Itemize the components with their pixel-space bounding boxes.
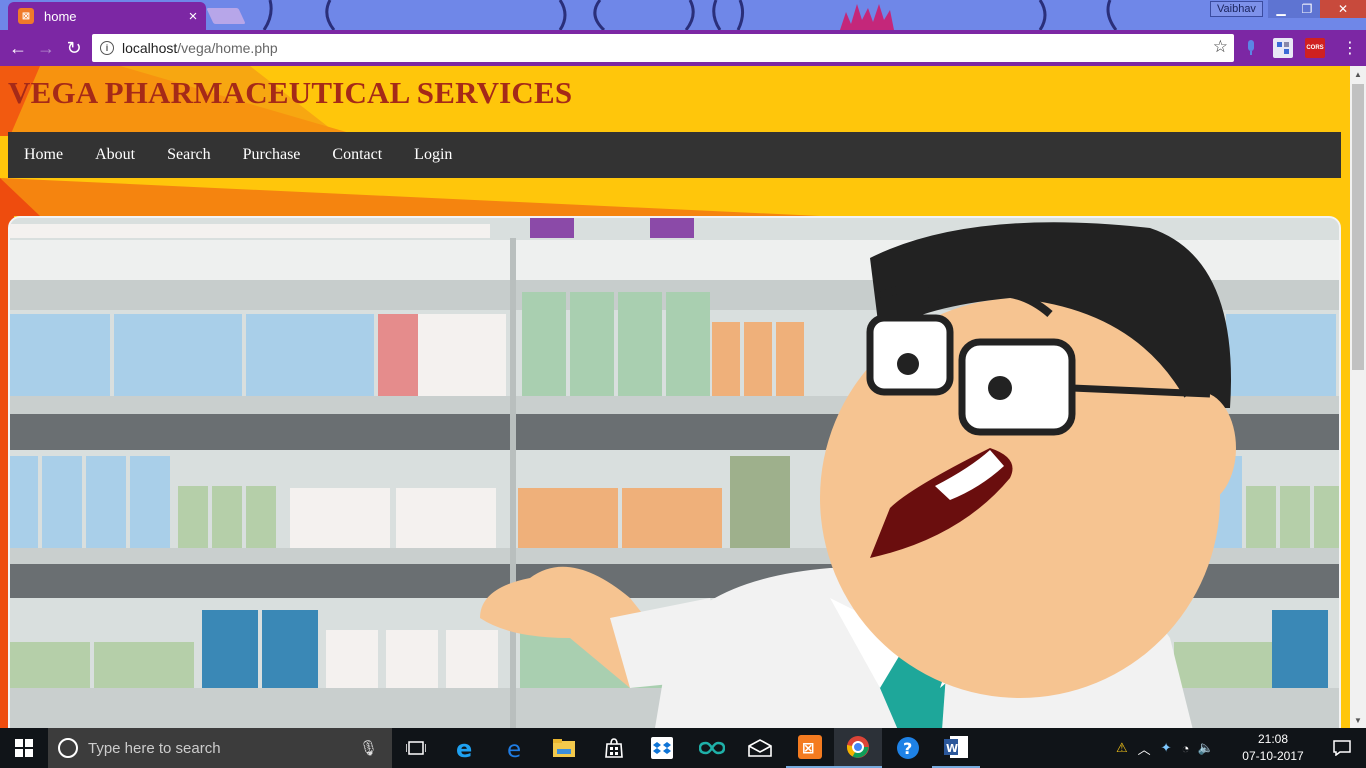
minimize-icon[interactable]: ▁ [1268, 0, 1294, 18]
nav-about[interactable]: About [79, 132, 151, 178]
nav-search[interactable]: Search [151, 132, 227, 178]
wifi-icon[interactable]: ◔ [1182, 741, 1190, 756]
close-window-icon[interactable]: ✕ [1320, 0, 1366, 18]
arduino-icon[interactable] [688, 728, 736, 768]
cast-extension-icon[interactable] [1273, 38, 1293, 58]
edge-icon[interactable]: e [492, 728, 540, 768]
clock-time: 21:08 [1257, 732, 1289, 746]
volume-icon[interactable]: 🔈 [1197, 740, 1213, 756]
svg-text:⊠: ⊠ [802, 739, 815, 757]
address-bar[interactable]: i localhost/vega/home.php ☆ [92, 34, 1234, 62]
taskbar-clock[interactable]: 21:08 07-10-2017 [1238, 731, 1308, 765]
scroll-up-arrow-icon[interactable]: ▲ [1350, 66, 1366, 82]
site-info-icon[interactable]: i [100, 41, 114, 55]
reload-icon[interactable]: ↻ [62, 36, 86, 60]
tab-close-icon[interactable]: × [180, 8, 206, 25]
browser-tab-active[interactable]: ⊠ home × [8, 2, 206, 30]
show-hidden-icons-chevron-icon[interactable]: ︿ [1138, 739, 1151, 758]
pharmacist-illustration [10, 218, 1339, 728]
internet-explorer-icon[interactable]: e [442, 728, 490, 768]
new-tab-button[interactable] [206, 8, 246, 24]
windows-start-icon[interactable] [0, 728, 48, 768]
system-tray: ⚠ ︿ ✦ ◔ 🔈 [1116, 728, 1214, 768]
dropbox-tray-icon[interactable]: ✦ [1161, 740, 1172, 756]
scroll-down-arrow-icon[interactable]: ▼ [1350, 712, 1366, 728]
help-icon[interactable]: ? [884, 728, 932, 768]
browser-toolbar: ← → ↻ i localhost/vega/home.php ☆ CORS ⋮ [0, 30, 1366, 66]
task-view-icon[interactable] [392, 728, 440, 768]
page-scrollbar[interactable]: ▲ ▼ [1350, 66, 1366, 728]
nav-contact[interactable]: Contact [316, 132, 398, 178]
store-icon[interactable] [590, 728, 638, 768]
forward-arrow-icon[interactable]: → [34, 36, 58, 60]
back-arrow-icon[interactable]: ← [6, 36, 30, 60]
restore-icon[interactable]: ❐ [1294, 0, 1320, 18]
word-icon[interactable]: W [932, 728, 980, 768]
web-page: VEGA PHARMACEUTICAL SERVICES Home About … [0, 66, 1350, 728]
nav-home[interactable]: Home [8, 132, 79, 178]
xampp-icon[interactable]: ⊠ [786, 728, 834, 768]
tab-title: home [44, 8, 77, 24]
svg-text:?: ? [903, 739, 912, 758]
site-title: VEGA PHARMACEUTICAL SERVICES [8, 75, 573, 110]
svg-text:e: e [507, 737, 521, 760]
dropbox-icon[interactable] [638, 728, 686, 768]
taskbar-search-box[interactable]: Type here to search 🎙 [48, 728, 392, 768]
taskbar-search-placeholder: Type here to search [88, 739, 221, 757]
windows-taskbar: Type here to search 🎙 e e ⊠ ? W ⚠ ︿ ✦ ◔ … [0, 728, 1366, 768]
scroll-thumb[interactable] [1352, 84, 1364, 370]
chrome-icon[interactable] [834, 728, 882, 768]
hero-pharmacist-image [8, 216, 1341, 728]
bookmark-star-icon[interactable]: ☆ [1213, 37, 1228, 57]
file-explorer-icon[interactable] [540, 728, 588, 768]
profile-button[interactable]: Vaibhav [1210, 1, 1263, 17]
clock-date: 07-10-2017 [1242, 749, 1304, 763]
cortana-icon [58, 738, 78, 758]
svg-text:e: e [456, 736, 472, 760]
microphone-icon[interactable]: 🎙 [359, 739, 378, 757]
svg-text:W: W [946, 742, 958, 755]
mail-icon[interactable] [736, 728, 784, 768]
browser-menu-icon[interactable]: ⋮ [1340, 38, 1360, 58]
site-nav-bar: Home About Search Purchase Contact Login [8, 132, 1341, 178]
cors-extension-icon[interactable]: CORS [1305, 38, 1325, 58]
xampp-favicon-icon: ⊠ [18, 8, 34, 24]
update-warning-icon[interactable]: ⚠ [1116, 740, 1128, 756]
nav-purchase[interactable]: Purchase [227, 132, 317, 178]
address-host: localhost [122, 40, 178, 56]
browser-titlebar: ⊠ home × Vaibhav ▁ ❐ ✕ [0, 0, 1366, 30]
action-center-icon[interactable] [1318, 728, 1366, 768]
address-path: /vega/home.php [177, 40, 278, 56]
nav-login[interactable]: Login [398, 132, 468, 178]
voice-extension-icon[interactable] [1241, 38, 1261, 58]
